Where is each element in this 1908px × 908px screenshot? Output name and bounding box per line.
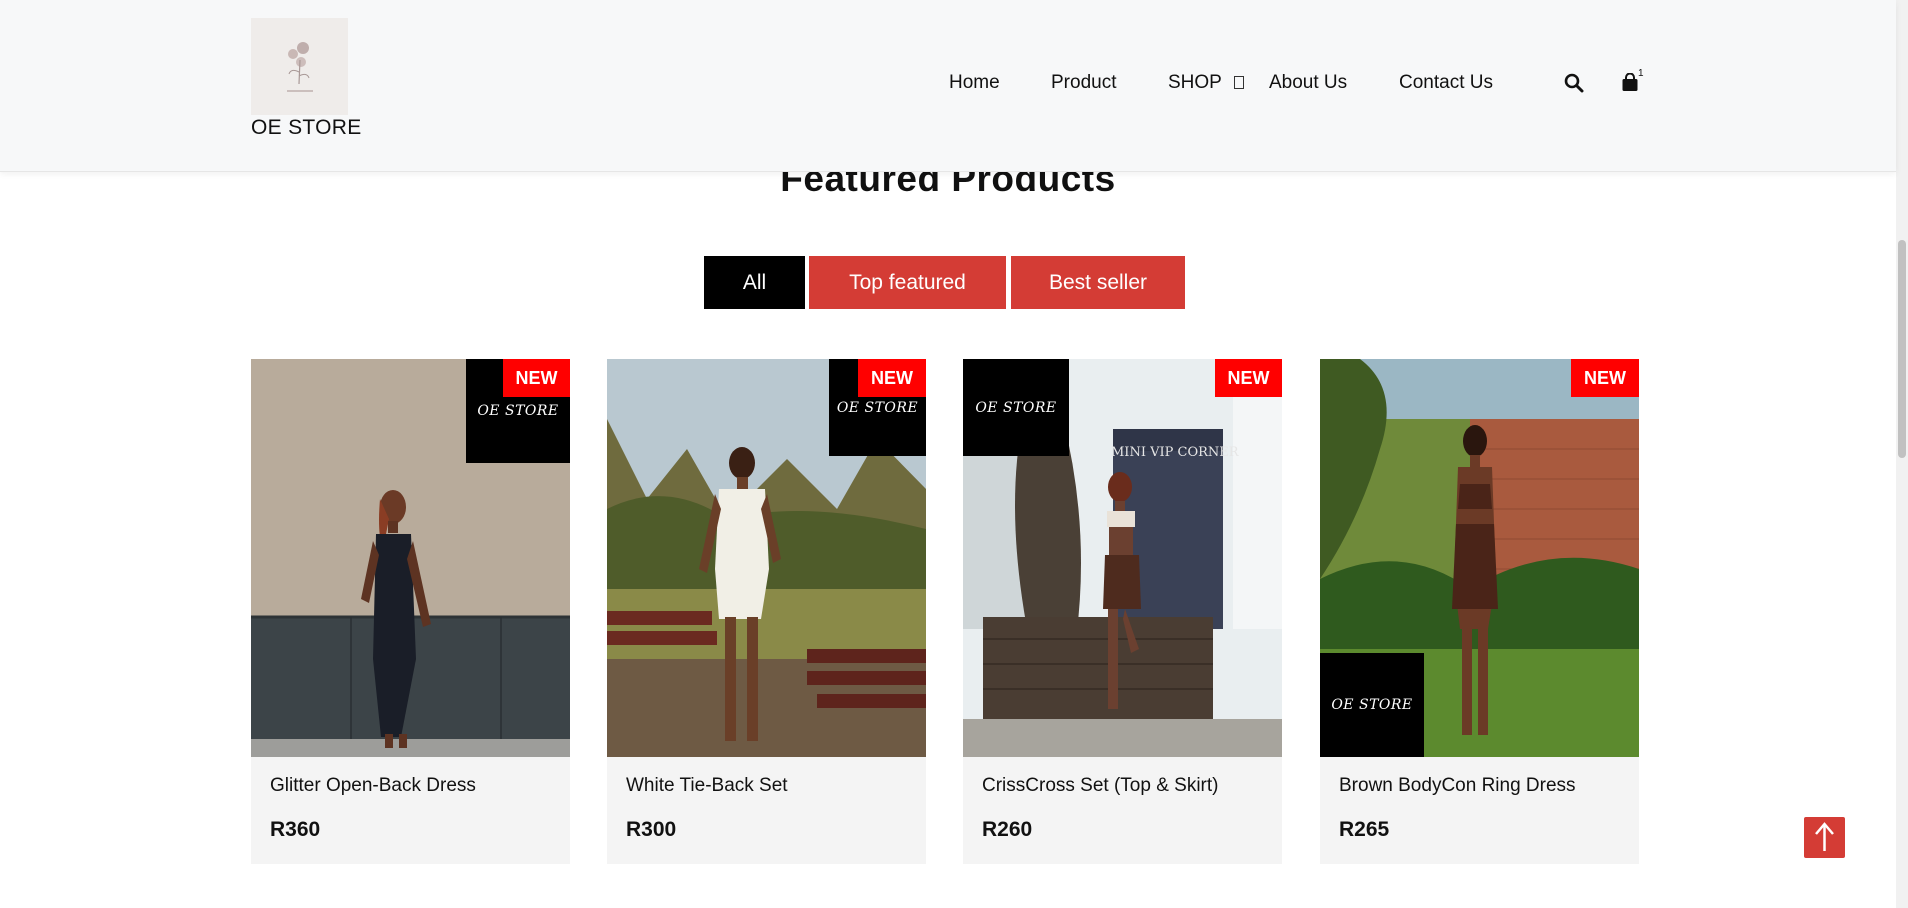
- product-name[interactable]: Glitter Open-Back Dress: [270, 775, 476, 797]
- nav-contact-us[interactable]: Contact Us: [1399, 72, 1493, 94]
- nav-product[interactable]: Product: [1051, 72, 1116, 94]
- product-price: R265: [1339, 818, 1390, 841]
- nav-home[interactable]: Home: [949, 72, 1000, 94]
- brand-watermark-text: OE STORE: [1331, 697, 1413, 713]
- page-scrollbar[interactable]: [1896, 0, 1908, 908]
- store-name[interactable]: OE STORE: [251, 116, 362, 140]
- product-image[interactable]: MINI VIP CORNER OE STORE NEW: [963, 359, 1282, 757]
- new-badge: NEW: [1215, 359, 1282, 397]
- nav-shop-label: SHOP: [1168, 72, 1222, 93]
- product-card[interactable]: OE STORE NEW White Tie-Back Set R300: [607, 359, 926, 864]
- nav-shop[interactable]: SHOP: [1168, 72, 1244, 94]
- product-price: R300: [626, 818, 677, 841]
- arrow-up-icon: [1815, 822, 1834, 851]
- new-badge: NEW: [1571, 359, 1639, 397]
- nav-about-us[interactable]: About Us: [1269, 72, 1347, 94]
- new-badge: NEW: [858, 359, 926, 397]
- product-card[interactable]: MINI VIP CORNER OE STORE NEW CrissCross …: [963, 359, 1282, 864]
- scroll-to-top-button[interactable]: [1804, 817, 1845, 858]
- brand-watermark-text: OE STORE: [836, 399, 919, 416]
- brand-watermark-text: OE STORE: [975, 399, 1057, 416]
- filter-best-seller-button[interactable]: Best seller: [1011, 256, 1185, 309]
- brand-watermark: OE STORE: [963, 359, 1069, 456]
- filter-top-featured-button[interactable]: Top featured: [809, 256, 1006, 309]
- brand-watermark: OE STORE: [1320, 653, 1424, 757]
- product-name[interactable]: Brown BodyCon Ring Dress: [1339, 775, 1576, 797]
- product-price: R260: [982, 818, 1033, 841]
- product-name[interactable]: White Tie-Back Set: [626, 775, 788, 797]
- store-logo[interactable]: [251, 18, 348, 115]
- product-image[interactable]: OE STORE NEW: [1320, 359, 1639, 757]
- new-badge: NEW: [503, 359, 570, 397]
- shopping-bag-icon[interactable]: [1621, 72, 1639, 97]
- cart-count-badge: 1: [1638, 68, 1644, 79]
- product-price: R360: [270, 818, 321, 841]
- product-image[interactable]: OE STORE NEW: [607, 359, 926, 757]
- site-header: OE STORE Home Product SHOP About Us Cont…: [0, 0, 1896, 172]
- search-icon[interactable]: [1564, 73, 1584, 98]
- flower-logo-icon: [287, 42, 313, 92]
- dropdown-box-icon: [1233, 76, 1244, 89]
- product-card[interactable]: OE STORE NEW Glitter Open-Back Dress R36…: [251, 359, 570, 864]
- scrollbar-thumb[interactable]: [1898, 240, 1906, 458]
- store-sign-text: MINI VIP CORNER: [1111, 445, 1239, 460]
- filter-all-button[interactable]: All: [704, 256, 805, 309]
- product-card[interactable]: OE STORE NEW Brown BodyCon Ring Dress R2…: [1320, 359, 1639, 864]
- product-image[interactable]: OE STORE NEW: [251, 359, 570, 757]
- brand-watermark-text: OE STORE: [477, 403, 559, 419]
- product-name[interactable]: CrissCross Set (Top & Skirt): [982, 775, 1218, 797]
